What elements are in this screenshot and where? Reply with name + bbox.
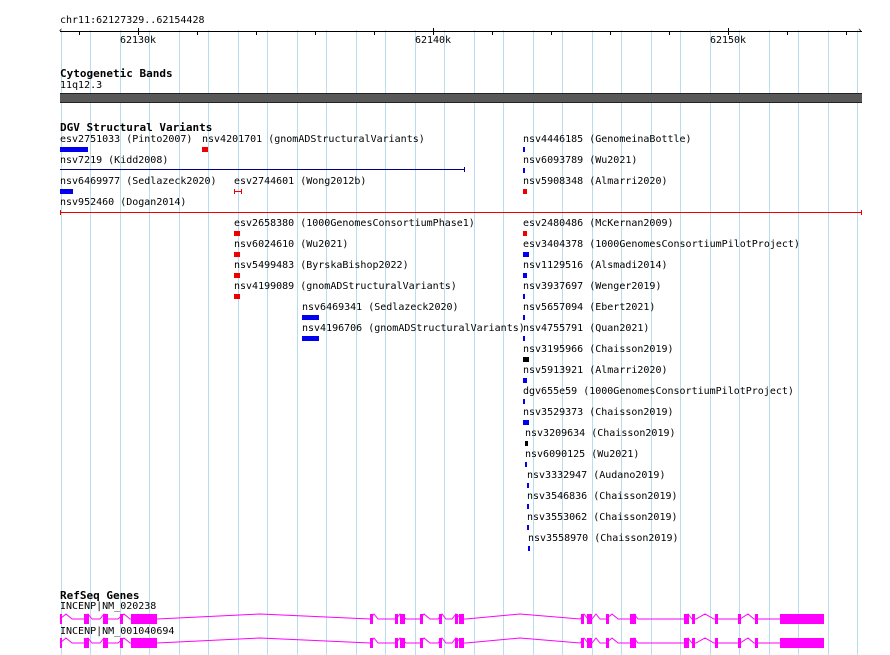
- exon: [780, 614, 824, 624]
- exon: [780, 638, 824, 648]
- exon: [630, 638, 636, 648]
- genome-browser-view: { "ruler": { "locus": "chr11:62127329..6…: [0, 0, 890, 655]
- exon: [606, 614, 609, 624]
- transcript-label[interactable]: INCENP|NM_001040694: [60, 626, 174, 638]
- exon: [84, 638, 89, 648]
- exon: [439, 638, 442, 648]
- exon: [738, 614, 741, 624]
- exon: [738, 638, 741, 648]
- exon: [439, 614, 442, 624]
- exon: [370, 614, 373, 624]
- exon: [715, 614, 718, 624]
- exon: [84, 614, 89, 624]
- exon: [131, 638, 157, 648]
- exon: [400, 638, 405, 648]
- transcript-glyphs[interactable]: [0, 0, 890, 655]
- exon: [120, 638, 123, 648]
- exon: [587, 614, 592, 624]
- exon: [755, 638, 758, 648]
- exon: [606, 638, 609, 648]
- exon: [587, 638, 592, 648]
- exon: [370, 638, 373, 648]
- exon: [103, 638, 108, 648]
- exon: [420, 614, 423, 624]
- exon: [455, 638, 458, 648]
- exon: [103, 614, 108, 624]
- exon: [120, 614, 123, 624]
- exon: [684, 638, 689, 648]
- exon: [395, 638, 398, 648]
- exon: [395, 614, 398, 624]
- exon: [60, 638, 62, 648]
- exon: [581, 614, 584, 624]
- exon: [692, 638, 695, 648]
- exon: [630, 614, 636, 624]
- exon: [131, 614, 157, 624]
- exon: [459, 614, 464, 624]
- exon: [420, 638, 423, 648]
- exon: [400, 614, 405, 624]
- exon: [60, 614, 62, 624]
- exon: [692, 614, 695, 624]
- exon: [581, 638, 584, 648]
- exon: [459, 638, 464, 648]
- exon: [684, 614, 689, 624]
- exon: [755, 614, 758, 624]
- exon: [715, 638, 718, 648]
- exon: [455, 614, 458, 624]
